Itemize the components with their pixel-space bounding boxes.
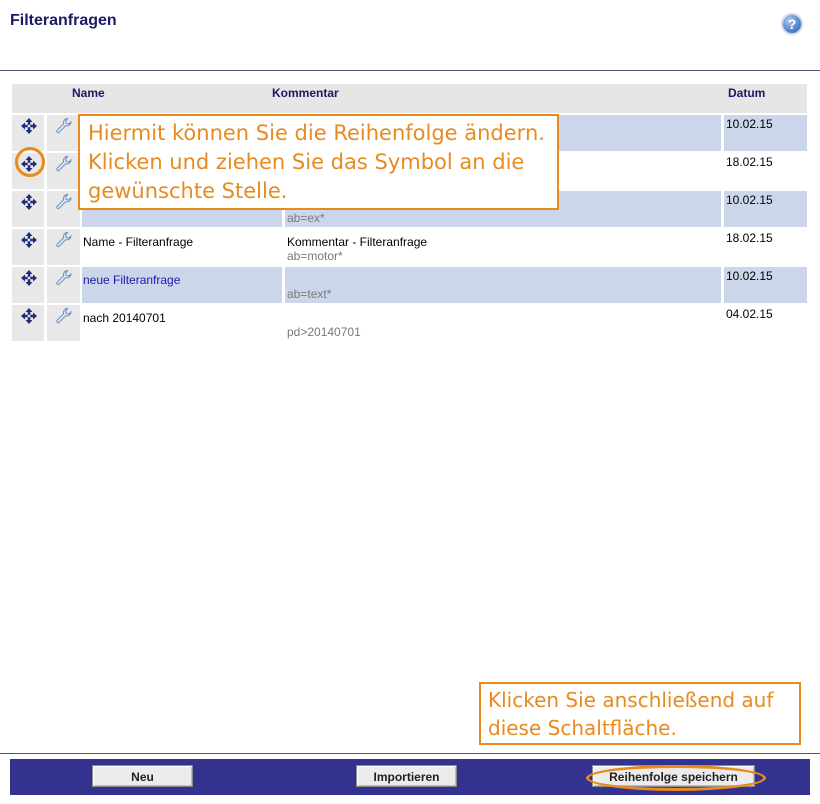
reorder-hint-line: Klicken und ziehen Sie das Symbol an die bbox=[88, 150, 525, 174]
filter-date: 10.02.15 bbox=[726, 193, 773, 207]
move-handle-cell[interactable] bbox=[12, 191, 44, 227]
edit-cell[interactable] bbox=[47, 115, 80, 151]
name-cell: neue Filteranfrage bbox=[82, 267, 282, 303]
date-cell: 18.02.15 bbox=[724, 229, 807, 265]
new-button[interactable]: Neu bbox=[92, 765, 193, 787]
save-button-highlight bbox=[586, 765, 766, 791]
move-handle-cell[interactable] bbox=[12, 267, 44, 303]
date-cell: 10.02.15 bbox=[724, 115, 807, 151]
table-row: neue Filteranfrage ab=text* 10.02.15 bbox=[12, 267, 807, 303]
comment-cell: pd>20140701 bbox=[285, 305, 721, 341]
wrench-icon[interactable] bbox=[55, 269, 73, 287]
move-arrows-icon[interactable] bbox=[21, 194, 37, 210]
column-header-name[interactable]: Name bbox=[72, 86, 105, 100]
date-cell: 10.02.15 bbox=[724, 191, 807, 227]
move-arrows-icon[interactable] bbox=[21, 232, 37, 248]
header-divider bbox=[0, 70, 820, 71]
save-hint-callout: Klicken Sie anschließend auf diese Schal… bbox=[479, 682, 801, 745]
move-arrows-icon[interactable] bbox=[21, 308, 37, 324]
filter-date: 10.02.15 bbox=[726, 117, 773, 131]
reorder-hint-line: Hiermit können Sie die Reihenfolge änder… bbox=[88, 121, 545, 145]
move-icon-highlight bbox=[15, 147, 45, 177]
move-arrows-icon[interactable] bbox=[21, 118, 37, 134]
filter-date: 04.02.15 bbox=[726, 307, 773, 321]
save-hint-line: diese Schaltfläche. bbox=[488, 716, 677, 740]
filter-date: 18.02.15 bbox=[726, 155, 773, 169]
date-cell: 18.02.15 bbox=[724, 153, 807, 189]
wrench-icon[interactable] bbox=[55, 155, 73, 173]
column-header-comment[interactable]: Kommentar bbox=[272, 86, 339, 100]
edit-cell[interactable] bbox=[47, 305, 80, 341]
filter-expression: ab=ex* bbox=[287, 211, 325, 225]
filter-name: nach 20140701 bbox=[83, 311, 166, 325]
table-header: Name Kommentar Datum bbox=[12, 84, 807, 113]
filter-date: 10.02.15 bbox=[726, 269, 773, 283]
table-row: Name - Filteranfrage Kommentar - Filteran… bbox=[12, 229, 807, 265]
date-cell: 10.02.15 bbox=[724, 267, 807, 303]
page-title: Filteranfragen bbox=[10, 12, 117, 29]
edit-cell[interactable] bbox=[47, 191, 80, 227]
wrench-icon[interactable] bbox=[55, 117, 73, 135]
reorder-hint-callout: Hiermit können Sie die Reihenfolge änder… bbox=[78, 114, 559, 210]
wrench-icon[interactable] bbox=[55, 231, 73, 249]
date-cell: 04.02.15 bbox=[724, 305, 807, 341]
footer-divider bbox=[0, 753, 820, 754]
move-handle-cell[interactable] bbox=[12, 305, 44, 341]
comment-cell: ab=text* bbox=[285, 267, 721, 303]
edit-cell[interactable] bbox=[47, 267, 80, 303]
column-header-date[interactable]: Datum bbox=[728, 86, 765, 100]
filter-name: Name - Filteranfrage bbox=[83, 235, 194, 249]
wrench-icon[interactable] bbox=[55, 193, 73, 211]
import-button[interactable]: Importieren bbox=[356, 765, 457, 787]
filter-expression: pd>20140701 bbox=[287, 325, 361, 339]
filter-date: 18.02.15 bbox=[726, 231, 773, 245]
filter-expression: ab=motor* bbox=[287, 249, 343, 263]
move-handle-cell[interactable] bbox=[12, 229, 44, 265]
name-cell: nach 20140701 bbox=[82, 305, 282, 341]
edit-cell[interactable] bbox=[47, 229, 80, 265]
table-row: nach 20140701 pd>20140701 04.02.15 bbox=[12, 305, 807, 341]
help-icon[interactable]: ? bbox=[781, 13, 803, 35]
move-arrows-icon[interactable] bbox=[21, 270, 37, 286]
filter-expression: ab=text* bbox=[287, 287, 332, 301]
name-cell: Name - Filteranfrage bbox=[82, 229, 282, 265]
filter-name[interactable]: neue Filteranfrage bbox=[83, 273, 180, 287]
comment-cell: Kommentar - Filteranfrage ab=motor* bbox=[285, 229, 721, 265]
reorder-hint-line: gewünschte Stelle. bbox=[88, 179, 288, 203]
filter-comment: Kommentar - Filteranfrage bbox=[287, 235, 428, 249]
move-handle-cell[interactable] bbox=[12, 115, 44, 151]
edit-cell[interactable] bbox=[47, 153, 80, 189]
wrench-icon[interactable] bbox=[55, 307, 73, 325]
save-hint-line: Klicken Sie anschließend auf bbox=[488, 688, 774, 712]
